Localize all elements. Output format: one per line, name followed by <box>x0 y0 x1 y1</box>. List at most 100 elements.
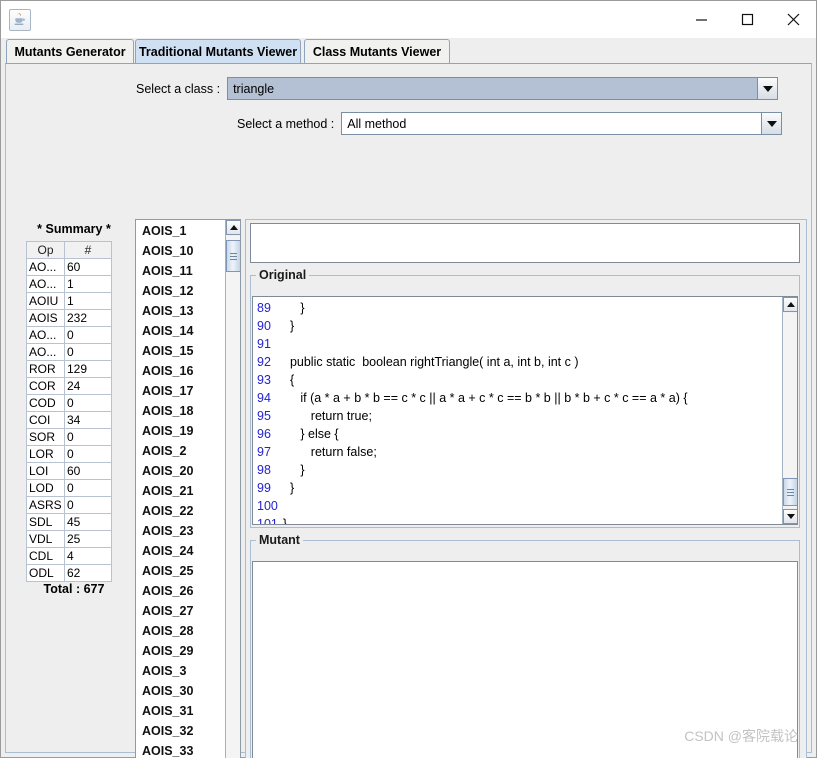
list-item[interactable]: AOIS_22 <box>136 501 226 521</box>
summary-op-cell: AO... <box>26 258 65 276</box>
list-item[interactable]: AOIS_19 <box>136 421 226 441</box>
code-line: 98 } <box>253 461 783 479</box>
summary-op-cell: AO... <box>26 275 65 293</box>
line-number: 96 <box>257 427 271 441</box>
mutant-list-scrollbar[interactable] <box>225 220 240 758</box>
table-row[interactable]: AO... 0 <box>26 326 112 344</box>
table-row[interactable]: AO... 0 <box>26 343 112 361</box>
table-row[interactable]: VDL 25 <box>26 530 112 548</box>
scrollbar-thumb[interactable] <box>226 240 240 272</box>
summary-op-cell: SOR <box>26 428 65 446</box>
list-item[interactable]: AOIS_13 <box>136 301 226 321</box>
table-row[interactable]: ASRS 0 <box>26 496 112 514</box>
chevron-down-icon[interactable] <box>761 113 782 134</box>
table-row[interactable]: LOD 0 <box>26 479 112 497</box>
original-legend: Original <box>259 268 307 282</box>
list-item[interactable]: AOIS_30 <box>136 681 226 701</box>
summary-count-cell: 45 <box>64 513 112 531</box>
list-item[interactable]: AOIS_24 <box>136 541 226 561</box>
table-row[interactable]: CDL 4 <box>26 547 112 565</box>
code-text: } <box>283 463 305 477</box>
list-item[interactable]: AOIS_17 <box>136 381 226 401</box>
method-selector-row: Select a method : All method <box>237 112 783 135</box>
original-vertical-scrollbar[interactable] <box>782 297 797 524</box>
line-number: 90 <box>257 319 271 333</box>
select-method-label: Select a method : <box>237 116 335 131</box>
list-item[interactable]: AOIS_28 <box>136 621 226 641</box>
minimize-button[interactable] <box>678 2 724 38</box>
list-item[interactable]: AOIS_18 <box>136 401 226 421</box>
tab-label: Class Mutants Viewer <box>312 44 442 59</box>
list-item[interactable]: AOIS_31 <box>136 701 226 721</box>
scroll-up-icon[interactable] <box>783 297 797 312</box>
list-item[interactable]: AOIS_26 <box>136 581 226 601</box>
table-row[interactable]: LOI 60 <box>26 462 112 480</box>
summary-count-cell: 60 <box>64 258 112 276</box>
line-number: 97 <box>257 445 271 459</box>
original-code-area[interactable]: 89 } 90 } 91 92 public static boolean right… <box>252 296 798 525</box>
table-row[interactable]: AO... 1 <box>26 275 112 293</box>
summary-count-cell: 1 <box>64 292 112 310</box>
list-item[interactable]: AOIS_33 <box>136 741 226 758</box>
mutant-list-panel[interactable]: AOIS_1 AOIS_10 AOIS_11 AOIS_12 AOIS_13 AOIS_1… <box>135 219 241 758</box>
table-row[interactable]: COI 34 <box>26 411 112 429</box>
line-number: 99 <box>257 481 271 495</box>
list-item[interactable]: AOIS_12 <box>136 281 226 301</box>
java-coffee-cup-icon <box>9 8 31 31</box>
summary-count-cell: 0 <box>64 428 112 446</box>
mutant-legend: Mutant <box>259 533 300 547</box>
scroll-down-icon[interactable] <box>783 509 797 524</box>
summary-count-cell: 129 <box>64 360 112 378</box>
original-code-lines: 89 } 90 } 91 92 public static boolean right… <box>253 299 783 524</box>
class-combobox-value: triangle <box>233 81 275 96</box>
class-combobox[interactable]: triangle <box>227 77 779 100</box>
summary-op-cell: AOIS <box>26 309 65 327</box>
tab-mutants-generator[interactable]: Mutants Generator <box>6 39 134 63</box>
summary-op-cell: CDL <box>26 547 65 565</box>
list-item[interactable]: AOIS_16 <box>136 361 226 381</box>
list-item[interactable]: AOIS_14 <box>136 321 226 341</box>
table-row[interactable]: COD 0 <box>26 394 112 412</box>
list-item[interactable]: AOIS_20 <box>136 461 226 481</box>
summary-count-cell: 34 <box>64 411 112 429</box>
tab-traditional-mutants-viewer[interactable]: Traditional Mutants Viewer <box>135 39 301 63</box>
scroll-up-icon[interactable] <box>226 220 240 235</box>
tab-label: Traditional Mutants Viewer <box>138 44 298 59</box>
list-item[interactable]: AOIS_1 <box>136 221 226 241</box>
table-row[interactable]: LOR 0 <box>26 445 112 463</box>
method-combobox[interactable]: All method <box>341 112 783 135</box>
chevron-down-icon[interactable] <box>757 78 778 99</box>
table-row[interactable]: ODL 62 <box>26 564 112 582</box>
list-item[interactable]: AOIS_25 <box>136 561 226 581</box>
list-item[interactable]: AOIS_3 <box>136 661 226 681</box>
tab-class-mutants-viewer[interactable]: Class Mutants Viewer <box>304 39 450 63</box>
close-button[interactable] <box>770 2 816 38</box>
list-item[interactable]: AOIS_27 <box>136 601 226 621</box>
mutant-list[interactable]: AOIS_1 AOIS_10 AOIS_11 AOIS_12 AOIS_13 AOIS_1… <box>136 220 226 758</box>
list-item[interactable]: AOIS_23 <box>136 521 226 541</box>
summary-header-op: Op <box>26 241 65 259</box>
scrollbar-track[interactable] <box>226 236 240 758</box>
table-row[interactable]: AOIU 1 <box>26 292 112 310</box>
list-item[interactable]: AOIS_29 <box>136 641 226 661</box>
list-item[interactable]: AOIS_32 <box>136 721 226 741</box>
line-number: 100 <box>257 499 278 513</box>
table-row[interactable]: SOR 0 <box>26 428 112 446</box>
table-row[interactable]: ROR 129 <box>26 360 112 378</box>
mutant-description-field[interactable] <box>250 223 800 263</box>
list-item[interactable]: AOIS_21 <box>136 481 226 501</box>
table-row[interactable]: AOIS 232 <box>26 309 112 327</box>
list-item[interactable]: AOIS_2 <box>136 441 226 461</box>
list-item[interactable]: AOIS_15 <box>136 341 226 361</box>
table-row[interactable]: COR 24 <box>26 377 112 395</box>
list-item[interactable]: AOIS_10 <box>136 241 226 261</box>
table-row[interactable]: SDL 45 <box>26 513 112 531</box>
line-number: 91 <box>257 337 271 351</box>
tab-label: Mutants Generator <box>14 44 126 59</box>
maximize-button[interactable] <box>724 2 770 38</box>
list-item[interactable]: AOIS_11 <box>136 261 226 281</box>
mutant-code-area[interactable] <box>252 561 798 758</box>
scrollbar-thumb[interactable] <box>783 478 797 506</box>
table-row[interactable]: AO... 60 <box>26 258 112 276</box>
line-number: 95 <box>257 409 271 423</box>
